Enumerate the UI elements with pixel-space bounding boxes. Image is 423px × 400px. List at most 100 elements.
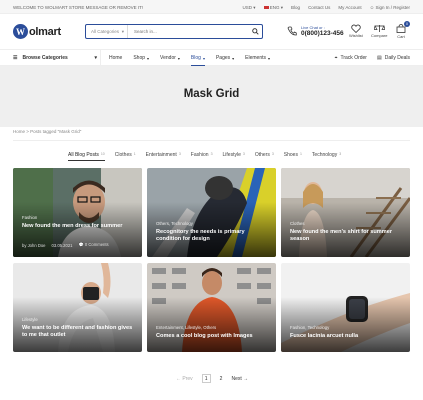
post-date: 03.05.2021	[51, 242, 73, 248]
filter-lifestyle[interactable]: Lifestyle 3	[223, 152, 245, 161]
pagination: ← Prev 1 2 Next →	[176, 374, 248, 383]
post-category[interactable]: Fashion, Technology	[290, 325, 329, 330]
post-category[interactable]: Clothes	[290, 221, 305, 226]
post-meta: by John Doe 03.05.2021 💬 0 Comments	[22, 242, 109, 248]
cart-button[interactable]: 0 Cart	[396, 21, 410, 39]
wishlist-button[interactable]: Wishlist	[349, 24, 363, 38]
filter-all-blog-posts[interactable]: All Blog Posts 10	[68, 152, 105, 161]
sign-in-label: Sign In / Register	[375, 5, 410, 10]
search-bar: All Categories ▾	[85, 24, 263, 39]
post-title[interactable]: New found the men dress for summer	[22, 223, 136, 230]
currency-select[interactable]: USD ▾	[242, 5, 255, 11]
daily-deals-label: Daily Deals	[384, 55, 410, 61]
nav-item-blog[interactable]: Blog ▾	[190, 50, 205, 66]
track-order-label: Track Order	[340, 55, 367, 61]
chevron-down-icon: ▾	[94, 55, 97, 61]
next-page-button[interactable]: Next →	[231, 376, 248, 382]
nav-item-vendor[interactable]: Vendor ▾	[160, 50, 180, 66]
filter-fashion[interactable]: Fashion 3	[191, 152, 213, 161]
post-card-3[interactable]: Clothes New found the men's shirt for su…	[281, 168, 410, 257]
post-card-4[interactable]: Lifestyle We want to be different and fa…	[13, 263, 142, 352]
post-category[interactable]: Others, Technology	[156, 221, 193, 226]
page-2-button[interactable]: 2	[220, 376, 223, 382]
prev-label: Prev	[182, 375, 193, 382]
track-order-link[interactable]: ⌖ Track Order	[335, 55, 367, 61]
post-author[interactable]: by John Doe	[22, 243, 46, 248]
filter-technology[interactable]: Technology 3	[312, 152, 341, 161]
post-card-5[interactable]: Entertainment, Lifestyle, Others Comes a…	[147, 263, 276, 352]
search-category-label: All Categories	[91, 29, 120, 34]
filter-count: 3	[339, 152, 342, 156]
top-bar-links: USD ▾ ENG ▾ Blog Contact Us My Account ☺…	[242, 5, 410, 11]
nav-item-pages[interactable]: Pages ▾	[216, 50, 234, 66]
main-nav: ☰ Browse Categories ▾ Home Shop ▾ Vendor ▾ Bl…	[0, 50, 423, 66]
compare-label: Compare	[371, 33, 388, 38]
prev-page-button[interactable]: ← Prev	[176, 376, 193, 382]
compare-button[interactable]: Compare	[371, 24, 387, 38]
nav-item-label: Elements	[245, 55, 266, 61]
nav-item-label: Pages	[215, 55, 231, 61]
filter-label: Technology	[311, 152, 338, 158]
language-select[interactable]: ENG ▾	[263, 5, 283, 11]
post-category[interactable]: Fashion	[22, 215, 37, 220]
browse-categories-button[interactable]: ☰ Browse Categories ▾	[13, 50, 101, 66]
breadcrumb: Home > Posts tagged "Mask Grid"	[13, 129, 82, 134]
chevron-down-icon: ▾	[177, 55, 180, 61]
search-category-select[interactable]: All Categories ▾	[86, 25, 128, 38]
post-card-1[interactable]: Fashion New found the men dress for summ…	[13, 168, 142, 257]
divider	[13, 140, 410, 141]
post-title[interactable]: Comes a cool blog post with Images	[156, 333, 270, 340]
post-category[interactable]: Lifestyle	[22, 317, 38, 322]
filter-label: Clothes	[114, 152, 132, 158]
wishlist-label: Wishlist	[349, 33, 363, 38]
search-input[interactable]	[128, 29, 248, 34]
currency-label: USD	[242, 5, 252, 10]
user-icon: ☺	[369, 5, 375, 10]
daily-deals-link[interactable]: ▤ Daily Deals	[377, 55, 410, 61]
blog-link[interactable]: Blog	[291, 5, 300, 11]
heart-icon	[351, 24, 361, 33]
chevron-down-icon: ▾	[202, 55, 205, 61]
post-title[interactable]: Recognitory the needs is primary conditi…	[156, 229, 270, 243]
nav-item-home[interactable]: Home	[109, 50, 122, 66]
filter-label: Lifestyle	[222, 152, 241, 158]
nav-item-label: Shop	[133, 55, 146, 61]
sign-in-link[interactable]: ☺ Sign In / Register	[370, 5, 410, 11]
map-pin-icon: ⌖	[334, 55, 338, 61]
comment-icon: 💬	[78, 242, 84, 247]
filter-count: 3	[242, 152, 245, 156]
filter-entertainment[interactable]: Entertainment 3	[146, 152, 181, 161]
post-title[interactable]: We want to be different and fashion give…	[22, 325, 136, 339]
top-bar: WELCOME TO WOLMART STORE MESSAGE OR REMO…	[0, 0, 423, 14]
next-label: Next	[231, 375, 242, 382]
filter-label: All Blog Posts	[68, 152, 99, 158]
post-comments[interactable]: 💬 0 Comments	[78, 242, 108, 248]
post-title[interactable]: Fusce lacinia arcuet nulla	[290, 333, 404, 340]
filter-shoes[interactable]: Shoes 1	[284, 152, 302, 161]
nav-item-elements[interactable]: Elements ▾	[245, 50, 270, 66]
filter-label: Entertainment	[145, 152, 177, 158]
category-filters: All Blog Posts 10 Clothes 1 Entertainment 3 Fa…	[68, 152, 341, 161]
contact-link[interactable]: Contact Us	[308, 5, 330, 11]
post-card-6[interactable]: Fashion, Technology Fusce lacinia arcuet…	[281, 263, 410, 352]
flag-icon	[263, 6, 269, 10]
nav-item-shop[interactable]: Shop ▾	[133, 50, 149, 66]
filter-count: 3	[178, 152, 181, 156]
call-info[interactable]: Live Chat or : 0(800)123-456	[287, 25, 344, 37]
post-comments-label: 0 Comments	[84, 242, 109, 247]
menu-icon: ☰	[13, 55, 18, 61]
post-category[interactable]: Entertainment, Lifestyle, Others	[156, 325, 216, 330]
filter-count: 1	[133, 152, 136, 156]
nav-item-label: Home	[109, 55, 123, 61]
page-1-button[interactable]: 1	[201, 374, 211, 383]
chevron-down-icon: ▾	[121, 28, 124, 34]
post-card-2[interactable]: Others, Technology Recognitory the needs…	[147, 168, 276, 257]
filter-clothes[interactable]: Clothes 1	[115, 152, 136, 161]
logo[interactable]: W olmart	[13, 24, 61, 39]
phone-icon	[287, 26, 297, 36]
search-button[interactable]	[248, 28, 262, 35]
account-link[interactable]: My Account	[338, 5, 361, 11]
filter-others[interactable]: Others 3	[255, 152, 274, 161]
post-title[interactable]: New found the men's shirt for summer sea…	[290, 229, 404, 243]
nav-item-label: Vendor	[160, 55, 176, 61]
